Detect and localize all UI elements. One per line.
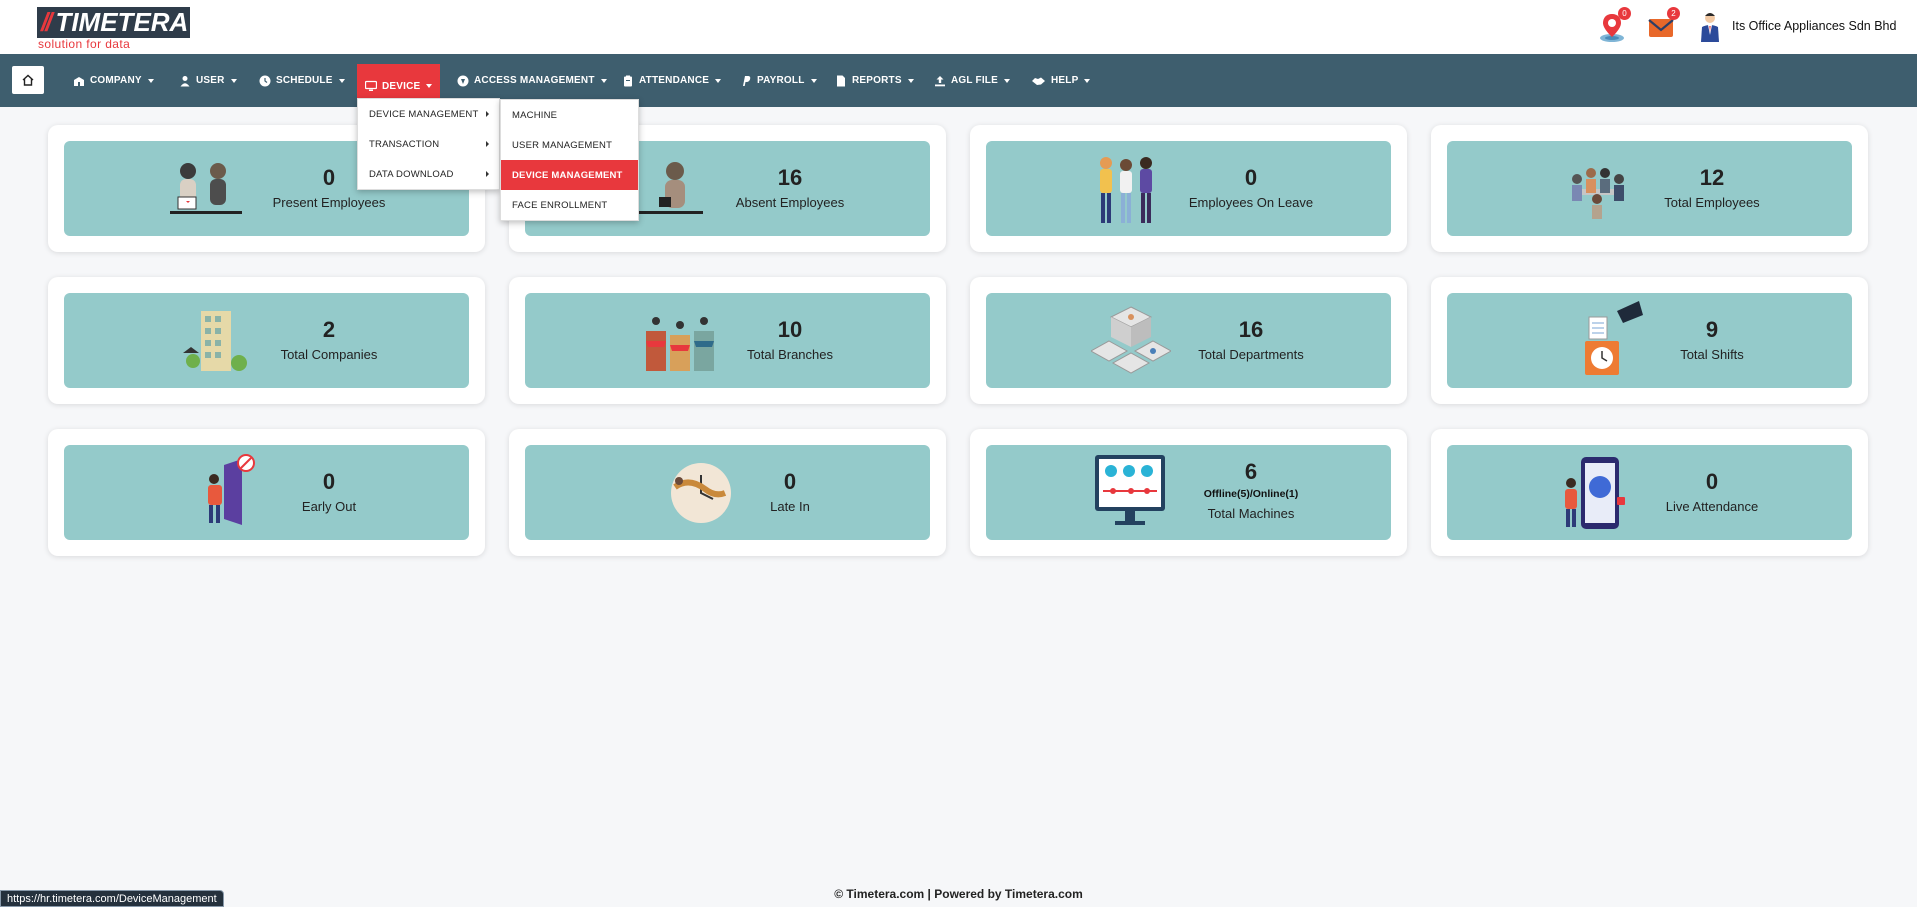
- card-total-branches[interactable]: 10 Total Branches: [509, 277, 946, 404]
- nav-payroll[interactable]: PAYROLL: [732, 54, 825, 107]
- card-value: 12: [1699, 165, 1725, 190]
- leave-illustration: [1086, 149, 1166, 229]
- card-label: Employees On Leave: [1188, 195, 1314, 210]
- submenu-machine[interactable]: MACHINE: [501, 100, 638, 130]
- menu-transaction[interactable]: TRANSACTION: [358, 129, 499, 159]
- card-live-attendance[interactable]: 0 Live Attendance: [1431, 429, 1868, 556]
- device-management-submenu: MACHINE USER MANAGEMENT DEVICE MANAGEMEN…: [500, 99, 639, 221]
- timetera-logo[interactable]: // TIMETERA solution for data: [37, 7, 190, 51]
- branches-illustration: [640, 301, 720, 381]
- top-header: // TIMETERA solution for data 0 2 Its Of…: [0, 0, 1917, 54]
- upload-icon: [935, 75, 945, 86]
- submenu-user-management[interactable]: USER MANAGEMENT: [501, 130, 638, 160]
- nav-help[interactable]: HELP: [1023, 54, 1098, 107]
- card-value: 0: [1705, 469, 1719, 494]
- home-icon: [22, 74, 34, 86]
- home-button[interactable]: [12, 66, 44, 94]
- building-illustration: [179, 301, 259, 381]
- card-label: Total Branches: [747, 347, 833, 362]
- nav-company[interactable]: COMPANY: [65, 54, 162, 107]
- card-label: Early Out: [301, 499, 357, 514]
- nav-schedule[interactable]: SCHEDULE: [251, 54, 353, 107]
- team-illustration: [1557, 149, 1637, 229]
- nav-user[interactable]: USER: [171, 54, 245, 107]
- building-icon: [74, 76, 84, 86]
- card-label: Total Shifts: [1680, 347, 1744, 362]
- card-total-employees[interactable]: 12 Total Employees: [1431, 125, 1868, 252]
- card-label: Late In: [770, 499, 810, 514]
- card-value: 10: [777, 317, 803, 342]
- chevron-right-icon: [486, 171, 489, 177]
- user-avatar-icon[interactable]: [1696, 10, 1724, 44]
- card-value: 0: [783, 469, 797, 494]
- card-total-departments[interactable]: 16 Total Departments: [970, 277, 1407, 404]
- departments-illustration: [1089, 301, 1173, 381]
- card-label: Total Employees: [1664, 195, 1760, 210]
- clock-icon: [259, 75, 271, 86]
- card-label: Total Machines: [1207, 506, 1295, 521]
- card-total-companies[interactable]: 2 Total Companies: [48, 277, 485, 404]
- location-badge: 0: [1618, 7, 1631, 20]
- map-pin-icon[interactable]: 0: [1595, 7, 1631, 44]
- card-label: Present Employees: [272, 195, 386, 210]
- submenu-device-management[interactable]: DEVICE MANAGEMENT: [501, 160, 638, 190]
- company-name[interactable]: Its Office Appliances Sdn Bhd: [1732, 19, 1896, 33]
- mail-badge: 2: [1667, 7, 1680, 20]
- logo-text: TIMETERA: [55, 7, 189, 37]
- handshake-icon: [1032, 77, 1045, 85]
- logo-slashes: //: [41, 7, 53, 37]
- card-total-shifts[interactable]: 9 Total Shifts: [1431, 277, 1868, 404]
- status-url: https://hr.timetera.com/DeviceManagement: [0, 890, 224, 907]
- card-value: 16: [777, 165, 803, 190]
- nav-agl-file[interactable]: AGL FILE: [926, 54, 1018, 107]
- nav-reports[interactable]: REPORTS: [827, 54, 922, 107]
- machine-status-text: Offline(5)/Online(1): [1203, 488, 1299, 500]
- card-value: 0: [1244, 165, 1258, 190]
- access-icon: [457, 75, 469, 86]
- chevron-right-icon: [486, 141, 489, 147]
- card-early-out[interactable]: 0 Early Out: [48, 429, 485, 556]
- chevron-right-icon: [486, 111, 489, 117]
- card-late-in[interactable]: 0 Late In: [509, 429, 946, 556]
- card-value: 2: [322, 317, 336, 342]
- file-icon: [837, 75, 845, 86]
- card-label: Total Companies: [280, 347, 378, 362]
- card-total-machines[interactable]: 6 Offline(5)/Online(1) Total Machines: [970, 429, 1407, 556]
- mail-icon[interactable]: 2: [1644, 7, 1680, 44]
- footer-text: © Timetera.com | Powered by Timetera.com: [834, 887, 1083, 901]
- main-navbar: COMPANY USER SCHEDULE DEVICE ACCESS MANA…: [0, 54, 1917, 108]
- submenu-face-enrollment[interactable]: FACE ENROLLMENT: [501, 190, 638, 220]
- machines-illustration: [1091, 453, 1171, 533]
- card-employees-on-leave[interactable]: 0 Employees On Leave: [970, 125, 1407, 252]
- menu-data-download[interactable]: DATA DOWNLOAD: [358, 159, 499, 189]
- card-value: 0: [322, 469, 336, 494]
- card-value: 16: [1238, 317, 1264, 342]
- monitor-icon: [365, 80, 377, 91]
- card-label: Total Departments: [1198, 347, 1304, 362]
- card-value: 9: [1705, 317, 1719, 342]
- device-dropdown: DEVICE MANAGEMENT TRANSACTION DATA DOWNL…: [357, 98, 500, 190]
- card-label: Live Attendance: [1665, 499, 1759, 514]
- user-icon: [180, 75, 190, 86]
- logo-tagline: solution for data: [38, 37, 131, 51]
- card-value: 6: [1244, 459, 1258, 484]
- live-attendance-illustration: [1557, 453, 1637, 533]
- present-employees-illustration: [164, 149, 244, 229]
- card-label: Absent Employees: [735, 195, 845, 210]
- clipboard-icon: [624, 75, 632, 86]
- menu-device-management[interactable]: DEVICE MANAGEMENT: [358, 99, 499, 129]
- paypal-icon: [743, 75, 751, 86]
